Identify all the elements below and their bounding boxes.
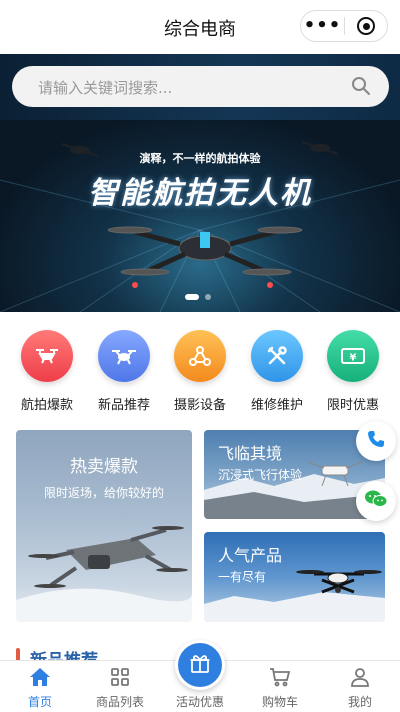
wechat-icon (364, 489, 388, 513)
cart-icon (240, 666, 320, 688)
tile-subtitle: 一有尽有 (218, 570, 267, 584)
promo-tile-hot[interactable]: 热卖爆款 限时返场，给你较好的 (16, 430, 192, 622)
coupon-icon: ¥ (327, 330, 379, 382)
title-bar: 综合电商 ••• (0, 0, 400, 54)
home-icon (0, 666, 80, 688)
tab-product-list[interactable]: 商品列表 (80, 666, 160, 710)
tab-label: 首页 (27, 695, 52, 709)
tab-profile[interactable]: 我的 (320, 666, 400, 710)
tab-label: 我的 (347, 695, 372, 709)
banner-drone-image (0, 141, 400, 312)
tab-home[interactable]: 首页 (0, 666, 80, 710)
tile-title: 飞临其境 (218, 444, 283, 463)
target-close-icon[interactable] (345, 17, 387, 35)
category-camera-gear[interactable]: 摄影设备 (162, 330, 238, 413)
tile-title: 人气产品 (218, 546, 283, 565)
hero-banner[interactable]: 演释，不一样的航拍体验 智能航拍无人机 (0, 120, 400, 312)
indicator-dot-active (185, 294, 199, 300)
banner-subtitle: 演释，不一样的航拍体验 (139, 152, 261, 165)
search-icon[interactable] (351, 76, 371, 100)
category-flash-sale[interactable]: ¥ 限时优惠 (315, 330, 391, 413)
drone-icon (98, 330, 150, 382)
category-label: 摄影设备 (173, 398, 226, 413)
banner-indicator (185, 294, 211, 300)
tile-drone-image (16, 526, 192, 622)
user-icon (320, 666, 400, 688)
grid-icon (80, 666, 160, 688)
tab-label: 活动优惠 (175, 695, 224, 709)
tab-cart[interactable]: 购物车 (240, 666, 320, 710)
category-label: 新品推荐 (97, 398, 150, 413)
category-label: 航拍爆款 (20, 398, 73, 413)
tab-label: 商品列表 (95, 695, 144, 709)
tab-label: 购物车 (261, 695, 298, 709)
phone-icon (366, 429, 386, 453)
promo-tile-popular[interactable]: 人气产品 一有尽有 (204, 532, 385, 622)
promotions-center-button[interactable] (175, 640, 225, 690)
search-placeholder: 请输入关键词搜索... (38, 79, 173, 97)
category-label: 维修维护 (250, 398, 303, 413)
search-input[interactable]: 请输入关键词搜索... (12, 66, 389, 107)
tile-subtitle: 沉浸式飞行体验 (218, 468, 303, 482)
share-nodes-icon (174, 330, 226, 382)
more-dots-icon[interactable]: ••• (301, 12, 344, 40)
mini-program-capsule: ••• (300, 10, 388, 42)
category-grid: 航拍爆款 新品推荐 摄影设备 维修维护 ¥ 限时优惠 (0, 312, 400, 418)
wechat-button[interactable] (356, 481, 396, 521)
category-label: 限时优惠 (326, 398, 379, 413)
category-repair[interactable]: 维修维护 (239, 330, 315, 413)
banner-title: 智能航拍无人机 (88, 176, 312, 211)
promo-tiles: 热卖爆款 限时返场，给你较好的 飞临其境 沉浸式飞行体验 人气产品 一有尽有 (0, 418, 400, 632)
search-band: 请输入关键词搜索... (0, 54, 400, 120)
svg-text:¥: ¥ (350, 353, 357, 364)
category-aerial-hot[interactable]: 航拍爆款 (9, 330, 85, 413)
gift-icon (189, 652, 211, 678)
indicator-dot (205, 294, 211, 300)
category-new-products[interactable]: 新品推荐 (86, 330, 162, 413)
phone-button[interactable] (356, 421, 396, 461)
drone-icon (21, 330, 73, 382)
tools-icon (251, 330, 303, 382)
